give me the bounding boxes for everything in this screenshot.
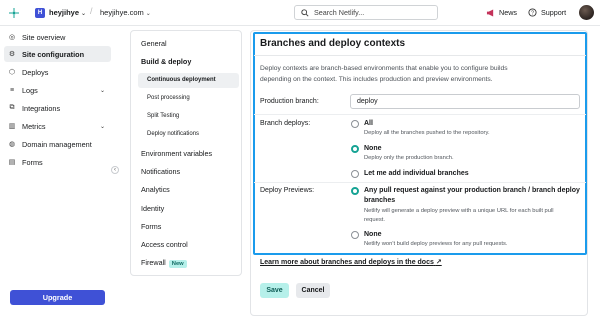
chevron-down-icon: ⌄ [99, 123, 105, 130]
branch-deploys-all-help: Deploy all the branches pushed to the re… [364, 130, 490, 136]
branch-deploys-all-radio[interactable] [351, 120, 359, 128]
subnav-firewall[interactable]: Firewall New [141, 258, 187, 268]
team-switcher[interactable]: heyjihye ⌄ [49, 8, 86, 17]
subnav-analytics[interactable]: Analytics [141, 185, 170, 194]
breadcrumb-separator: / [90, 6, 93, 16]
branch-deploys-label: Branch deploys: [260, 120, 311, 127]
sidebar-item-logs[interactable]: ≡ Logs ⌄ [4, 82, 111, 98]
sidebar-item-label: Forms [22, 157, 43, 167]
integrations-icon: ⧉ [9, 104, 15, 111]
subnav-post-processing[interactable]: Post processing [147, 95, 190, 101]
production-branch-input[interactable]: deploy [350, 94, 580, 109]
settings-subnav: General Build & deploy Continuous deploy… [130, 30, 242, 276]
chevron-down-icon: ⌄ [81, 11, 87, 17]
subnav-access-control[interactable]: Access control [141, 240, 188, 249]
sidebar-item-label: Logs [22, 85, 38, 95]
section-description: Deploy contexts are branch-based environ… [260, 65, 508, 83]
branch-deploys-none-label[interactable]: None [364, 145, 382, 152]
branch-deploys-none-help: Deploy only the production branch. [364, 155, 454, 161]
sidebar-item-label: Deploys [22, 67, 49, 77]
subnav-split-testing[interactable]: Split Testing [147, 113, 179, 119]
deploy-icon: ⬡ [8, 69, 16, 76]
netlify-logo-icon[interactable] [9, 8, 19, 18]
search-input[interactable]: Search Netlify... [294, 5, 438, 20]
search-placeholder: Search Netlify... [314, 8, 365, 17]
sidebar-item-integrations[interactable]: ⧉ Integrations [4, 100, 111, 116]
support-label: Support [541, 8, 567, 17]
sidebar-item-deploys[interactable]: ⬡ Deploys [4, 64, 111, 80]
branch-deploys-individual-radio[interactable] [351, 170, 359, 178]
divider [254, 114, 586, 115]
team-name: heyjihye [49, 8, 80, 17]
learn-more-link[interactable]: Learn more about branches and deploys in… [260, 258, 442, 266]
deploy-previews-none-label[interactable]: None [364, 231, 382, 238]
news-label: News [499, 8, 517, 17]
sidebar: ◎ Site overview ⚙ Site configuration ⬡ Depl… [0, 26, 118, 316]
production-branch-label: Production branch: [260, 98, 319, 105]
learn-more-text: Learn more about branches and deploys in… [260, 259, 434, 266]
upgrade-button[interactable]: Upgrade [10, 290, 105, 305]
site-name: heyjihye.com [100, 8, 144, 17]
branch-deploys-individual-label[interactable]: Let me add individual branches [364, 170, 469, 177]
external-link-icon: ↗ [435, 259, 442, 266]
chevron-down-icon: ⌄ [99, 87, 105, 94]
subnav-notifications[interactable]: Notifications [141, 167, 180, 176]
new-badge: New [168, 260, 187, 268]
deploy-previews-any-help-line2: request. [364, 216, 385, 223]
deploy-previews-any-label-line1[interactable]: Any pull request against your production… [364, 187, 580, 194]
sidebar-item-label: Site overview [22, 32, 66, 42]
subnav-identity[interactable]: Identity [141, 204, 164, 213]
news-button[interactable]: News [486, 8, 517, 17]
collapse-sidebar-button[interactable]: ‹ [111, 166, 119, 174]
sidebar-item-forms[interactable]: ▤ Forms [4, 154, 111, 170]
top-bar: H heyjihye ⌄ / heyjihye.com ⌄ Search Netli… [0, 0, 600, 26]
sidebar-item-domain-management[interactable]: ◍ Domain management [4, 136, 111, 152]
section-title: Branches and deploy contexts [260, 38, 406, 49]
chevron-left-icon: ‹ [114, 167, 116, 173]
subnav-deploy-notifications[interactable]: Deploy notifications [147, 131, 199, 137]
divider [254, 182, 586, 183]
branch-deploys-all-label[interactable]: All [364, 120, 373, 127]
sidebar-item-label: Site configuration [22, 49, 85, 59]
deploy-previews-label: Deploy Previews: [260, 187, 315, 194]
divider [254, 55, 586, 56]
subnav-environment-variables[interactable]: Environment variables [141, 149, 212, 158]
support-button[interactable]: ? Support [528, 8, 566, 17]
deploy-previews-any-help-line1: Netlify will generate a deploy preview w… [364, 208, 554, 214]
subnav-firewall-label: Firewall [141, 258, 166, 267]
gear-icon: ⚙ [8, 51, 16, 58]
save-button[interactable]: Save [260, 283, 289, 298]
search-icon [301, 8, 309, 17]
deploy-previews-none-help: Netlify won't build deploy previews for … [364, 241, 508, 247]
site-switcher[interactable]: heyjihye.com ⌄ [100, 8, 151, 17]
logs-icon: ≡ [9, 86, 15, 94]
forms-icon: ▤ [8, 159, 16, 166]
globe-icon: ◎ [8, 34, 16, 41]
sidebar-item-label: Domain management [22, 139, 92, 149]
subnav-build-deploy[interactable]: Build & deploy [141, 57, 191, 66]
deploy-previews-none-radio[interactable] [351, 231, 359, 239]
metrics-icon: ▥ [8, 123, 16, 130]
help-circle-icon: ? [528, 8, 537, 17]
sidebar-item-label: Metrics [22, 121, 46, 131]
subnav-general[interactable]: General [141, 39, 167, 48]
chevron-down-icon: ⌄ [145, 11, 151, 17]
svg-text:?: ? [531, 11, 534, 17]
deploy-previews-any-label-line2[interactable]: branches [364, 197, 395, 204]
megaphone-icon [486, 8, 494, 17]
sidebar-item-site-overview[interactable]: ◎ Site overview [4, 29, 111, 45]
subnav-continuous-deployment[interactable]: Continuous deployment [147, 77, 216, 83]
sidebar-item-metrics[interactable]: ▥ Metrics ⌄ [4, 118, 111, 134]
user-avatar[interactable] [579, 5, 594, 20]
sidebar-item-label: Integrations [22, 103, 61, 113]
branch-deploys-none-radio[interactable] [351, 145, 359, 153]
team-avatar[interactable]: H [35, 8, 45, 18]
domain-icon: ◍ [8, 141, 16, 148]
cancel-button[interactable]: Cancel [296, 283, 330, 298]
deploy-previews-any-radio[interactable] [351, 187, 359, 195]
sidebar-item-site-configuration[interactable]: ⚙ Site configuration [4, 46, 111, 62]
subnav-forms[interactable]: Forms [141, 222, 161, 231]
